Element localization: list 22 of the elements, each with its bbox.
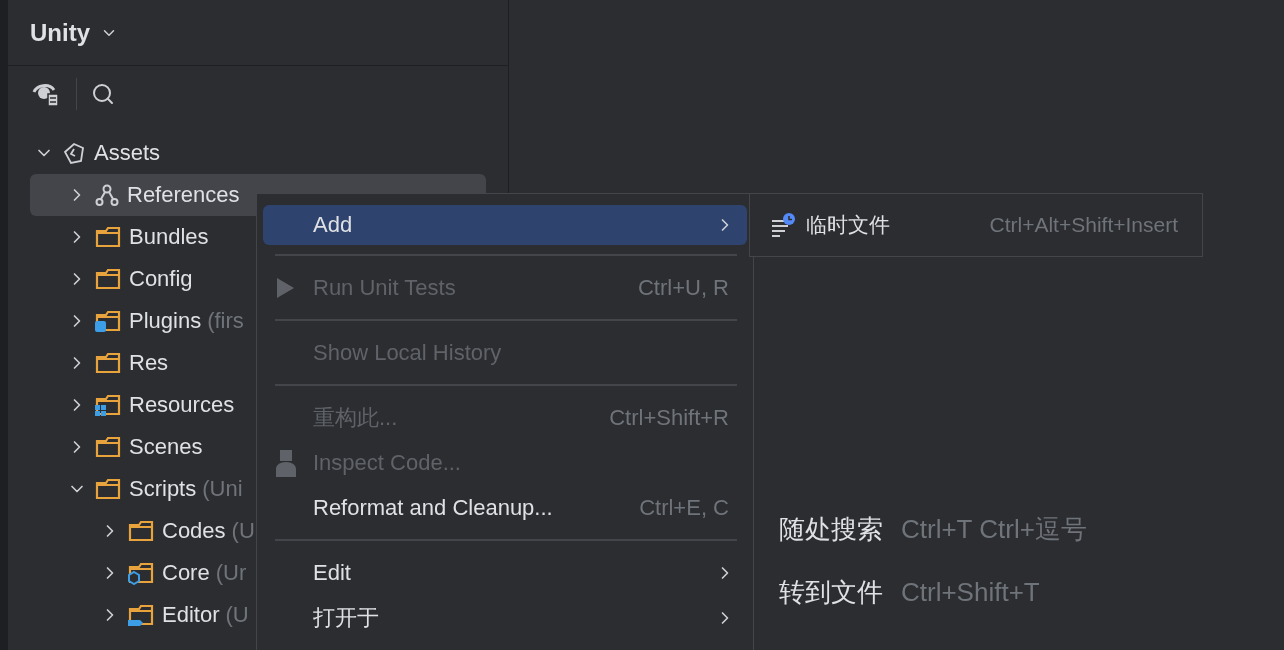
tree-label: Resources [129, 392, 235, 418]
tree-note: (U [225, 602, 249, 628]
tree-label: Editor [162, 602, 220, 628]
hint-shortcut: Ctrl+T Ctrl+逗号 [901, 513, 1087, 546]
tree-note: (Uni [202, 476, 243, 502]
tree-label: Scenes [129, 434, 203, 460]
hint-action: 转到文件 [779, 576, 883, 609]
tree-label: Res [129, 350, 169, 376]
hint-action: 随处搜索 [779, 513, 883, 546]
tree-label: Scripts [129, 476, 197, 502]
hint-shortcut: Ctrl+Shift+T [901, 577, 1040, 608]
menu-shortcut: Ctrl+Alt+Shift+Insert [989, 213, 1178, 237]
tree-label: References [127, 182, 240, 208]
tree-label: Bundles [129, 224, 209, 250]
tree-label: Core [162, 560, 210, 586]
tree-note: (firs [207, 308, 244, 334]
tree-label: Plugins [129, 308, 202, 334]
tree-label: Codes [162, 518, 226, 544]
tree-label: Assets [94, 140, 161, 166]
tree-note: (U [231, 518, 255, 544]
tree-note: (Ur [215, 560, 247, 586]
tree-label: Config [129, 266, 193, 292]
